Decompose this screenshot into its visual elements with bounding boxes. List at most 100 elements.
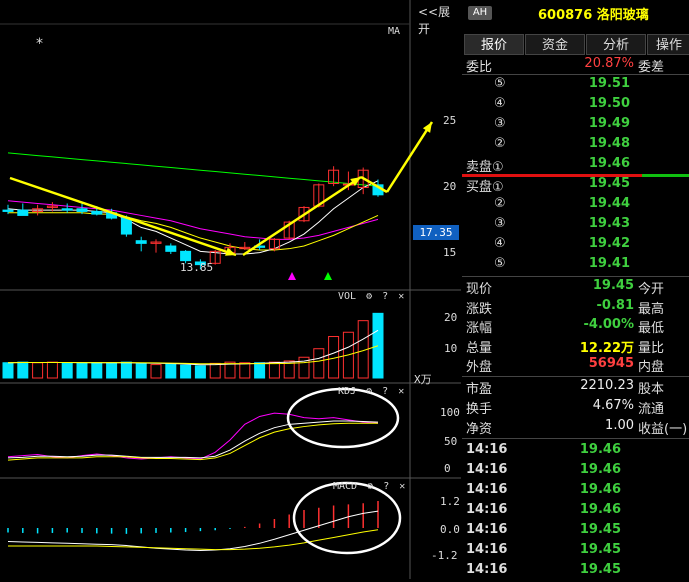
volume-bar [194, 365, 206, 379]
volume-bar [165, 363, 177, 379]
quote-label-right: 今开 [638, 282, 665, 297]
order-level: ② [494, 136, 506, 151]
kdj-j-line [7, 422, 378, 461]
candle-body [2, 209, 14, 212]
kline-chart-area[interactable]: <<展开 MA * 13.85 25 20 15 17.35 VOL ⚙ ? ✕… [0, 0, 461, 579]
tick-row[interactable]: 14:16 19.46 [466, 462, 689, 482]
candle-body [91, 210, 103, 215]
tick-price: 19.46 [579, 482, 621, 497]
quote-panel: AH 600876 洛阳玻璃 报价 资金 分析 操作 委比 20.87% 委差 … [462, 0, 689, 579]
order-level: 买盘① [466, 180, 504, 195]
quote-row: 外盘 56945 内盘 [462, 356, 689, 376]
close-icon[interactable]: ✕ [399, 481, 405, 492]
kdj-tick-50: 50 [444, 435, 458, 448]
order-level: ② [494, 196, 506, 211]
order-ratio-row: 委比 20.87% 委差 [462, 56, 689, 76]
volume-bar [106, 362, 118, 379]
help-icon[interactable]: ? [383, 481, 389, 492]
quote-row: 涨跌 -0.81 最高 [462, 298, 689, 318]
order-book-row: ④ 19.50 [462, 96, 689, 116]
volume-bar [91, 362, 103, 379]
quote-value: 19.45 [592, 278, 634, 293]
candle-body [180, 250, 192, 262]
quote-row: 涨幅 -4.00% 最低 [462, 317, 689, 337]
volume-bar [2, 362, 14, 379]
quote-value: -4.00% [583, 317, 635, 332]
tab-quote[interactable]: 报价 [464, 34, 524, 55]
annotation-arrow-up [242, 175, 362, 257]
tick-price: 19.45 [579, 522, 621, 537]
signal-marker [288, 272, 296, 280]
volume-bar [254, 362, 266, 379]
kdj-tick-0: 0 [444, 462, 451, 475]
help-icon[interactable]: ? [382, 386, 388, 397]
gear-icon[interactable]: ⚙ [366, 291, 372, 302]
annotation-arrow-down [9, 176, 237, 257]
quote-label: 涨跌 [466, 301, 493, 317]
quote-label-right: 量比 [638, 340, 665, 356]
stat-label: 净资 [466, 422, 493, 437]
tick-price: 19.46 [579, 502, 621, 517]
quote-row: 总量 12.22万 量比 [462, 337, 689, 357]
tab-analysis[interactable]: 分析 [586, 34, 646, 55]
candle-body [165, 245, 177, 252]
order-book-row: 卖盘① 19.46 [462, 156, 689, 176]
kdj-tick-100: 100 [440, 406, 460, 419]
gear-icon[interactable]: ⚙ [366, 386, 372, 397]
order-price: 19.50 [588, 96, 630, 111]
stat-value: 1.00 [605, 418, 634, 433]
close-icon[interactable]: ✕ [398, 291, 404, 302]
order-price: 19.46 [588, 156, 630, 171]
help-icon[interactable]: ? [382, 291, 388, 302]
kdj-panel-header: KDJ ⚙ ? ✕ [338, 386, 404, 397]
tick-time: 14:16 [466, 542, 508, 557]
tick-price: 19.45 [579, 562, 621, 577]
tick-time: 14:16 [466, 462, 508, 477]
candle-body [76, 208, 88, 212]
volume-bar [372, 312, 384, 379]
order-price: 19.48 [588, 136, 630, 151]
macd-dif-line [7, 510, 379, 552]
volume-bar [313, 348, 325, 379]
tick-row[interactable]: 14:16 19.45 [466, 522, 689, 542]
kdj-label: KDJ [338, 386, 357, 397]
tick-time: 14:16 [466, 522, 508, 537]
price-tick-25: 25 [443, 114, 457, 127]
gear-icon[interactable]: ⚙ [367, 481, 373, 492]
expand-button[interactable]: <<展开 [418, 3, 461, 37]
candle-body [135, 240, 147, 244]
tick-row[interactable]: 14:16 19.45 [466, 562, 689, 582]
macd-tick-neg1.2: -1.2 [431, 549, 458, 562]
volume-bar [268, 361, 280, 379]
stat-row: 换手 4.67% 流通 [462, 398, 689, 418]
tab-capital[interactable]: 资金 [525, 34, 585, 55]
tick-row[interactable]: 14:16 19.46 [466, 442, 689, 462]
tick-price: 19.45 [579, 542, 621, 557]
volume-bar [76, 362, 88, 379]
close-icon[interactable]: ✕ [398, 386, 404, 397]
vol-ma5-line [7, 329, 379, 366]
volume-bar [180, 364, 192, 379]
tick-price: 19.46 [579, 442, 621, 457]
order-book-row: 买盘① 19.45 [462, 176, 689, 196]
volume-bar [32, 362, 44, 379]
volume-bar [61, 362, 73, 379]
volume-bar [135, 363, 147, 379]
order-price: 19.42 [588, 236, 630, 251]
ma5-line [7, 180, 379, 255]
quote-label-right: 最高 [638, 301, 665, 317]
tick-price: 19.46 [579, 462, 621, 477]
volume-bar [150, 364, 162, 379]
quote-value: 56945 [588, 356, 634, 371]
ah-badge[interactable]: AH [468, 6, 492, 20]
tab-operation[interactable]: 操作 [647, 34, 689, 55]
tick-row[interactable]: 14:16 19.46 [466, 502, 689, 522]
tick-row[interactable]: 14:16 19.45 [466, 542, 689, 562]
stat-value: 4.67% [592, 398, 634, 413]
kdj-d-line [7, 420, 379, 459]
order-book-row: ③ 19.43 [462, 216, 689, 236]
stat-row: 净资 1.00 收益(一) [462, 418, 689, 438]
vol-panel-header: VOL ⚙ ? ✕ [338, 291, 404, 302]
kline-chart-svg[interactable] [0, 0, 461, 579]
tick-row[interactable]: 14:16 19.46 [466, 482, 689, 502]
